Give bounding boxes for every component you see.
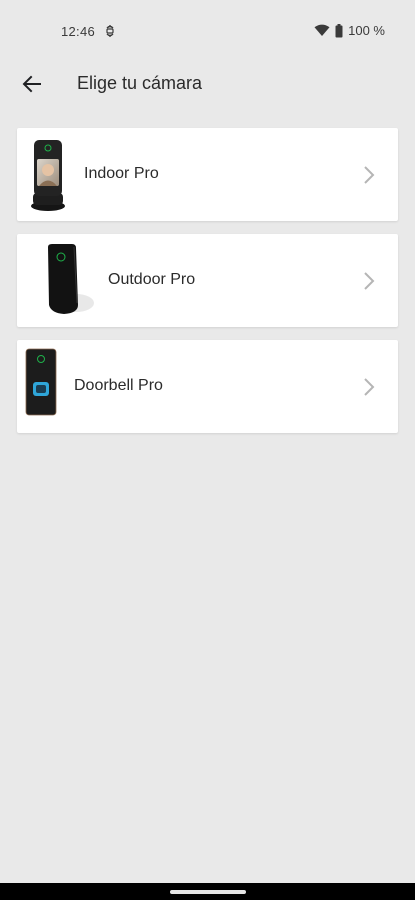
indoor-pro-device-image [31, 140, 65, 211]
status-time: 12:46 [61, 24, 96, 39]
home-gesture-handle[interactable] [170, 890, 246, 894]
camera-label: Doorbell Pro [74, 377, 163, 394]
chevron-right-icon [364, 166, 375, 184]
navigation-bar [0, 883, 415, 900]
camera-label: Outdoor Pro [108, 271, 196, 288]
camera-card-doorbell-pro[interactable]: Doorbell Pro [17, 340, 398, 433]
sync-icon [106, 25, 114, 37]
camera-list: Indoor Pro Outdoor Pro Doorbell Pro [17, 128, 398, 446]
battery-percentage: 100 % [348, 23, 385, 38]
chevron-right-icon [364, 272, 375, 290]
battery-icon [335, 23, 343, 37]
outdoor-pro-device-image [48, 244, 94, 314]
status-icons: 100 % [314, 23, 385, 38]
wifi-icon [314, 24, 330, 36]
camera-card-indoor-pro[interactable]: Indoor Pro [17, 128, 398, 221]
status-bar: 12:46 100 % [0, 0, 415, 64]
camera-card-outdoor-pro[interactable]: Outdoor Pro [17, 234, 398, 327]
arrow-left-icon [22, 75, 41, 93]
app-bar: Elige tu cámara [0, 64, 415, 104]
doorbell-pro-device-image [25, 348, 57, 416]
chevron-right-icon [364, 378, 375, 396]
back-button[interactable] [18, 70, 46, 98]
camera-label: Indoor Pro [84, 165, 159, 182]
page-title: Elige tu cámara [77, 73, 203, 93]
